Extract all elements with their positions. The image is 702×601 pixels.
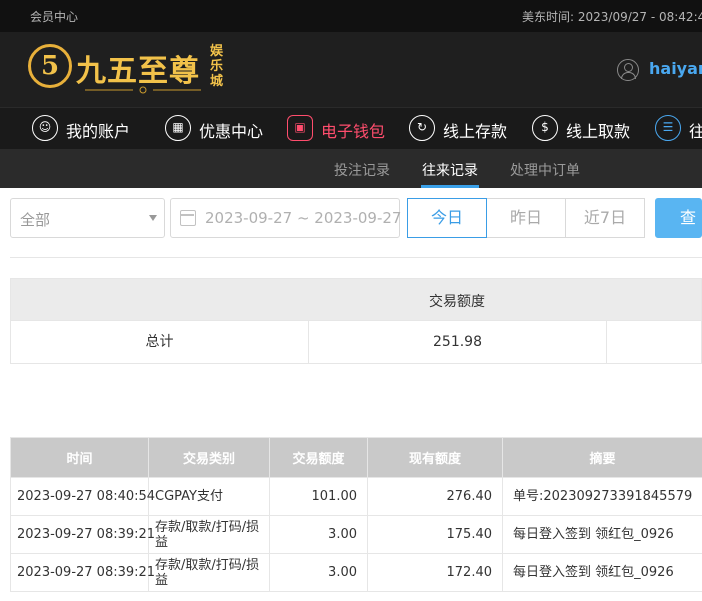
transaction-type-select[interactable]: 全部 — [10, 198, 165, 238]
active-tab-indicator — [421, 185, 479, 188]
chevron-down-icon — [149, 215, 157, 221]
logo-mark: 5 — [28, 44, 72, 88]
cell-amount: 101.00 — [269, 477, 368, 516]
member-center-link[interactable]: 会员中心 — [30, 8, 78, 25]
summary-total-value: 251.98 — [309, 321, 607, 363]
cell-memo: 单号:202309273391845579 — [502, 477, 702, 516]
cell-balance: 172.40 — [367, 553, 503, 592]
summary-row: 总计 251.98 — [11, 321, 701, 363]
transfer-icon: ☰ — [655, 115, 681, 141]
table-row: 2023-09-27 08:39:21 存款/取款/打码/损益 3.00 175… — [10, 515, 702, 554]
cell-type: 存款/取款/打码/损益 — [148, 515, 270, 554]
cell-amount: 3.00 — [269, 553, 368, 592]
logo-flourish-icon — [85, 86, 201, 94]
cell-time: 2023-09-27 08:40:54 — [10, 477, 155, 516]
col-memo: 摘要 — [502, 437, 702, 478]
sub-nav: 投注记录 往来记录 处理中订单 — [0, 149, 702, 188]
table-header-row: 时间 交易类别 交易额度 现有额度 摘要 — [10, 437, 702, 478]
col-balance: 现有额度 — [367, 437, 503, 478]
summary-total-label: 总计 — [11, 321, 309, 363]
cell-time: 2023-09-27 08:39:21 — [10, 515, 155, 554]
top-bar: 会员中心 美东时间: 2023/09/27 - 08:42:4 — [0, 0, 702, 32]
logo-subtitle: 娱乐城 — [210, 44, 224, 89]
summary-header: 交易额度 — [11, 279, 701, 321]
cell-amount: 3.00 — [269, 515, 368, 554]
deposit-icon: ↻ — [409, 115, 435, 141]
site-logo[interactable]: 5 九五至尊 娱乐城 — [28, 42, 233, 98]
divider — [10, 257, 702, 258]
main-nav: ☺ 我的账户 ▦ 优惠中心 ▣ 电子钱包 ↻ 线上存款 $ 线上取款 ☰ 往 — [0, 107, 702, 149]
yesterday-button[interactable]: 昨日 — [486, 198, 566, 238]
cell-type: CGPAY支付 — [148, 477, 270, 516]
tab-transaction-records[interactable]: 往来记录 — [422, 160, 478, 180]
calendar-icon — [180, 210, 196, 226]
today-button[interactable]: 今日 — [407, 198, 487, 238]
gift-icon: ▦ — [165, 115, 191, 141]
cell-time: 2023-09-27 08:39:21 — [10, 553, 155, 592]
cell-type: 存款/取款/打码/损益 — [148, 553, 270, 592]
logo-name: 九五至尊 — [76, 54, 200, 89]
user-icon: ☺ — [32, 115, 58, 141]
table-row: 2023-09-27 08:39:21 存款/取款/打码/损益 3.00 172… — [10, 553, 702, 592]
tab-bet-records[interactable]: 投注记录 — [334, 160, 390, 180]
wallet-icon: ▣ — [287, 115, 313, 141]
tab-pending-orders[interactable]: 处理中订单 — [510, 160, 580, 180]
server-time: 美东时间: 2023/09/27 - 08:42:4 — [522, 10, 702, 24]
col-amount: 交易额度 — [269, 437, 368, 478]
cell-balance: 175.40 — [367, 515, 503, 554]
header: 5 九五至尊 娱乐城 haiyan0 — [0, 32, 702, 107]
cell-memo: 每日登入签到 领红包_0926 — [502, 515, 702, 554]
username[interactable]: haiyan0 — [649, 59, 702, 78]
cell-balance: 276.40 — [367, 477, 503, 516]
date-range-picker[interactable]: 2023-09-27 ~ 2023-09-27 — [170, 198, 401, 238]
summary-table: 交易额度 总计 251.98 — [10, 278, 702, 364]
last-7-days-button[interactable]: 近7日 — [565, 198, 645, 238]
query-button[interactable]: 查询 — [655, 198, 702, 265]
col-time: 时间 — [10, 437, 149, 478]
withdraw-icon: $ — [532, 115, 558, 141]
transactions-table: 时间 交易类别 交易额度 现有额度 摘要 2023-09-27 08:40:54… — [10, 437, 702, 592]
cell-memo: 每日登入签到 领红包_0926 — [502, 553, 702, 592]
table-row: 2023-09-27 08:40:54 CGPAY支付 101.00 276.4… — [10, 477, 702, 516]
col-type: 交易类别 — [148, 437, 270, 478]
user-avatar-icon — [617, 59, 639, 81]
